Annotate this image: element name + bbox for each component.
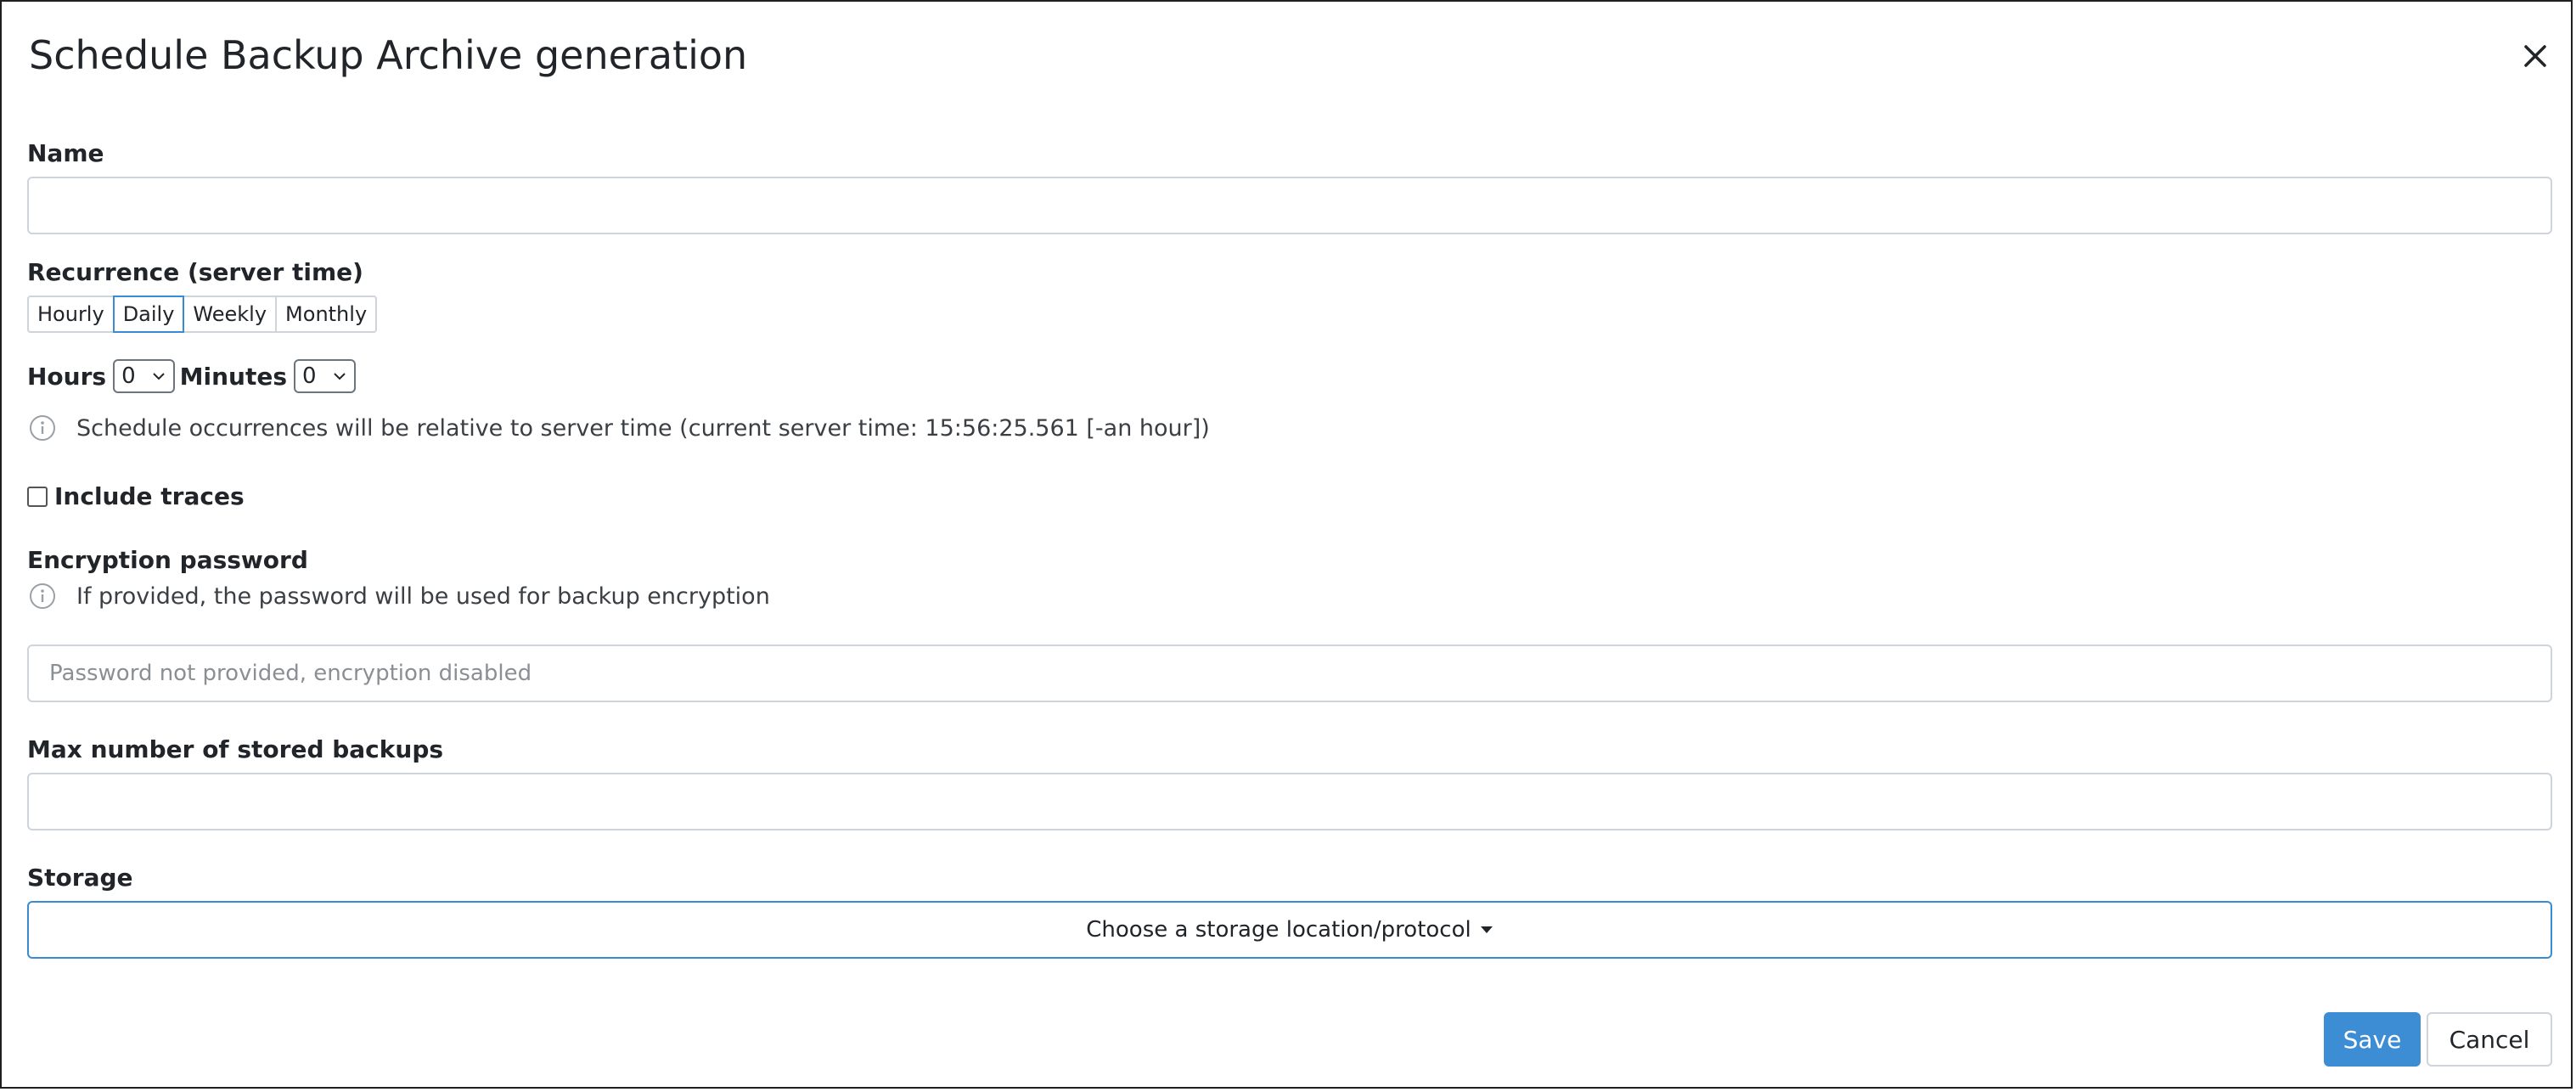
max-backups-input[interactable]	[27, 773, 2552, 830]
name-label: Name	[27, 139, 104, 167]
minutes-label: Minutes	[179, 362, 287, 391]
include-traces-row: Include traces	[27, 482, 245, 510]
recurrence-weekly-button[interactable]: Weekly	[183, 296, 278, 333]
close-icon[interactable]	[2515, 36, 2556, 76]
encryption-info-text: If provided, the password will be used f…	[76, 583, 770, 610]
schedule-info: Schedule occurrences will be relative to…	[29, 414, 1210, 442]
recurrence-daily-button[interactable]: Daily	[112, 296, 185, 333]
minutes-select[interactable]: 0	[294, 359, 356, 393]
recurrence-monthly-button[interactable]: Monthly	[275, 296, 378, 333]
hours-value: 0	[121, 363, 136, 389]
recurrence-hourly-button[interactable]: Hourly	[27, 296, 115, 333]
max-backups-label: Max number of stored backups	[27, 735, 444, 763]
schedule-backup-dialog: Schedule Backup Archive generation Name …	[0, 0, 2573, 1089]
storage-label: Storage	[27, 864, 133, 892]
chevron-down-icon	[333, 373, 346, 380]
storage-button-label: Choose a storage location/protocol	[1086, 917, 1471, 943]
dialog-title: Schedule Backup Archive generation	[29, 32, 748, 78]
include-traces-checkbox[interactable]	[27, 486, 48, 507]
hours-select[interactable]: 0	[113, 359, 175, 393]
name-input[interactable]	[27, 177, 2552, 234]
save-button[interactable]: Save	[2324, 1012, 2421, 1067]
chevron-down-icon	[152, 373, 165, 380]
hours-label: Hours	[27, 362, 107, 391]
info-icon	[30, 583, 55, 609]
encryption-info: If provided, the password will be used f…	[29, 583, 770, 610]
caret-down-icon	[1480, 926, 1493, 933]
encryption-password-input[interactable]	[27, 645, 2552, 702]
cancel-button[interactable]: Cancel	[2427, 1012, 2552, 1067]
storage-dropdown-button[interactable]: Choose a storage location/protocol	[27, 901, 2552, 959]
recurrence-label: Recurrence (server time)	[27, 258, 363, 286]
info-icon	[30, 415, 55, 441]
schedule-info-text: Schedule occurrences will be relative to…	[76, 414, 1210, 442]
time-row: Hours 0 Minutes 0	[27, 358, 361, 394]
include-traces-label: Include traces	[54, 482, 245, 510]
encryption-label: Encryption password	[27, 546, 308, 574]
recurrence-button-group: Hourly Daily Weekly Monthly	[27, 296, 378, 333]
minutes-value: 0	[302, 363, 317, 389]
